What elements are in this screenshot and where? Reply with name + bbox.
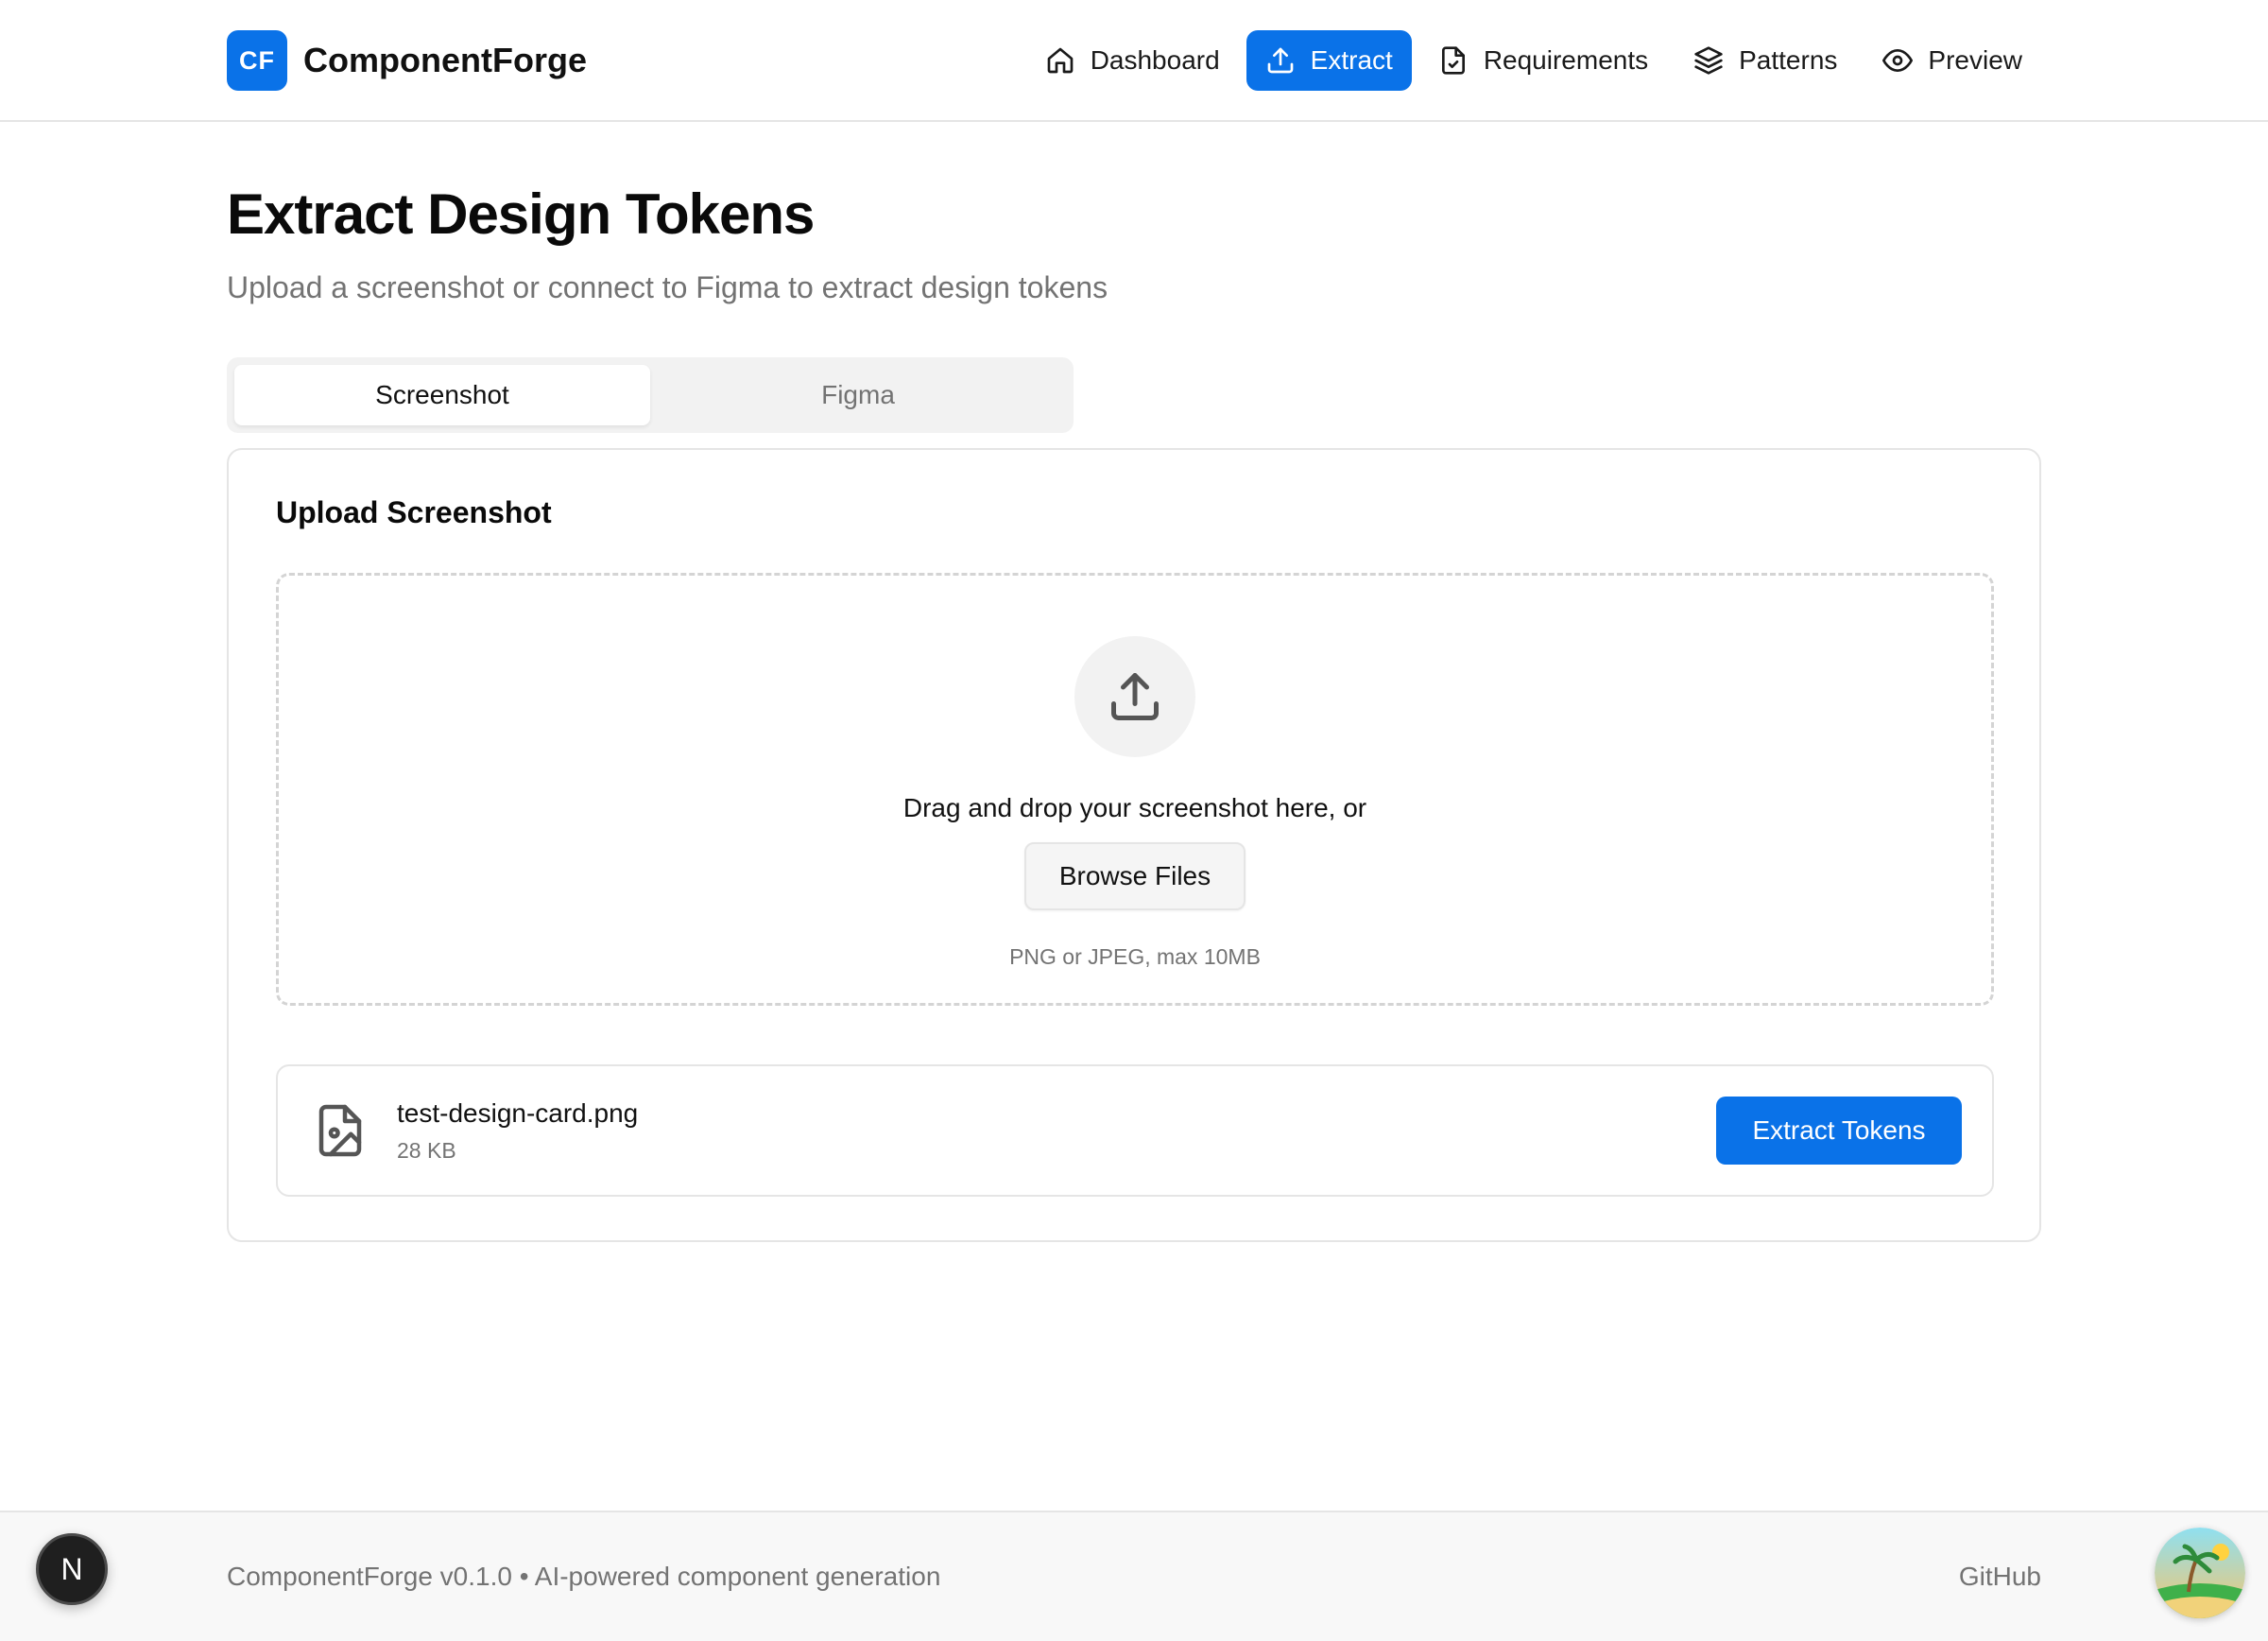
page-subtitle: Upload a screenshot or connect to Figma … [227,270,1108,304]
nav-item-preview[interactable]: Preview [1864,30,2041,91]
nav-item-dashboard[interactable]: Dashboard [1026,30,1239,91]
nav-item-label: Extract [1310,45,1393,75]
brand[interactable]: CF ComponentForge [227,30,587,91]
tab-figma[interactable]: Figma [650,365,1066,425]
nav-item-patterns[interactable]: Patterns [1675,30,1856,91]
brand-logo: CF [227,30,287,91]
nav-item-requirements[interactable]: Requirements [1419,30,1667,91]
home-icon [1047,47,1074,74]
nav-item-label: Preview [1928,45,2022,75]
dropzone[interactable]: Drag and drop your screenshot here, or B… [276,573,1994,1006]
avatar-image [2155,1528,2245,1618]
browse-files-button[interactable]: Browse Files [1024,842,1246,910]
layers-icon [1694,46,1723,75]
brand-name: ComponentForge [303,41,587,79]
file-type-hint: PNG or JPEG, max 10MB [1009,944,1261,969]
top-header: CF ComponentForge Dashboard Extract Requ… [0,0,2268,122]
dropzone-text: Drag and drop your screenshot here, or [902,793,1367,822]
selected-file: test-design-card.png 28 KB Extract Token… [276,1064,1994,1197]
extract-tokens-button[interactable]: Extract Tokens [1716,1097,1962,1165]
nav-item-label: Dashboard [1090,45,1220,75]
main-nav: Dashboard Extract Requirements Patterns … [1019,30,2041,91]
nav-item-extract[interactable]: Extract [1246,30,1412,91]
avatar[interactable] [2155,1528,2245,1618]
eye-icon [1882,49,1914,72]
upload-icon [1111,673,1159,720]
source-tabs: Screenshot Figma [227,357,1074,433]
page-title: Extract Design Tokens [227,182,815,246]
github-link[interactable]: GitHub [1959,1562,2041,1592]
nav-item-label: Patterns [1739,45,1838,75]
image-file-icon [318,1104,362,1157]
file-check-icon [1441,46,1465,75]
upload-card: Upload Screenshot Drag and drop your scr… [227,448,2041,1242]
dev-tools-button[interactable]: N [36,1533,108,1605]
card-title: Upload Screenshot [276,495,552,529]
upload-icon-circle [1074,636,1195,757]
nav-item-label: Requirements [1483,45,1649,75]
file-name: test-design-card.png [397,1098,639,1128]
footer: ComponentForge v0.1.0 • AI-powered compo… [0,1511,2268,1641]
file-size: 28 KB [397,1138,456,1163]
upload-icon [1267,47,1294,74]
footer-text: ComponentForge v0.1.0 • AI-powered compo… [227,1562,941,1591]
tab-screenshot[interactable]: Screenshot [234,365,650,425]
